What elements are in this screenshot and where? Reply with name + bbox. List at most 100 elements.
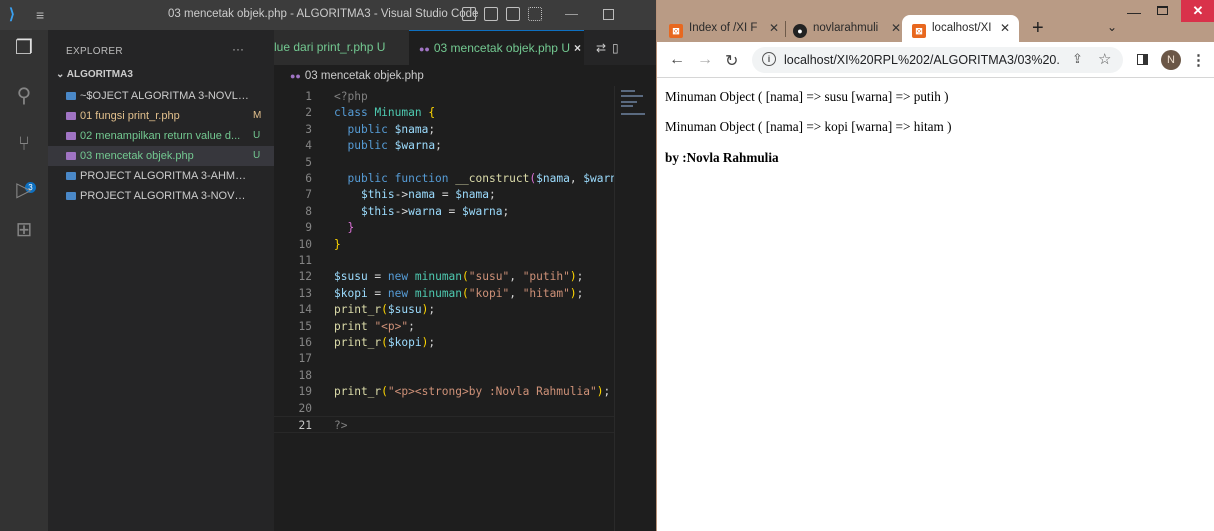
minimize-button[interactable]: — <box>1127 4 1141 20</box>
back-icon[interactable]: ← <box>669 51 685 69</box>
file-tree-item[interactable]: PROJECT ALGORITMA 3-AHMADI M... <box>48 166 274 186</box>
search-icon[interactable]: ⚲ <box>10 82 38 110</box>
line-number: 21 <box>298 419 312 432</box>
word-file-icon <box>66 192 76 200</box>
source-control-icon[interactable]: ⑂ <box>10 130 38 158</box>
code-line[interactable]: 3 public $nama; <box>274 121 614 138</box>
workspace-root[interactable]: ⌄ ALGORITMA3 <box>56 69 133 80</box>
profile-avatar[interactable]: N <box>1161 50 1181 70</box>
code-line[interactable]: 7 $this->nama = $nama; <box>274 186 614 203</box>
more-actions-icon[interactable]: ··· <box>232 42 244 56</box>
code-editor[interactable]: 1 <?php 2 class Minuman {3 public $nama; 4 p… <box>274 86 617 531</box>
code-line[interactable]: 8 $this->warna = $warna; <box>274 203 614 220</box>
bookmark-star-icon[interactable]: ☆ <box>1098 50 1111 68</box>
code-line[interactable]: 6 public function __construct($nama, $wa… <box>274 170 617 187</box>
vscode-window: ⟩ ≡ 03 mencetak objek.php - ALGORITMA3 -… <box>0 0 656 531</box>
code-line[interactable]: 9 } <box>274 219 614 236</box>
xampp-favicon-icon: ⊠ <box>912 24 926 38</box>
code-text: $susu = new minuman("susu", "putih"); <box>334 270 584 284</box>
code-line[interactable]: 10} <box>274 236 614 253</box>
file-tree-item-label: ~$OJECT ALGORITMA 3-NOVLA RA... <box>80 90 250 102</box>
code-line[interactable]: 1 <?php <box>274 88 614 105</box>
code-line[interactable]: 17 <box>274 350 614 367</box>
file-tree-item[interactable]: 01 fungsi print_r.php M <box>48 106 274 126</box>
code-text: $kopi = new minuman("kopi", "hitam"); <box>334 286 584 300</box>
browser-tab-index[interactable]: ⊠ Index of /XI F ✕ <box>669 15 781 42</box>
tab-label: 03 mencetak objek.php <box>433 41 558 55</box>
vscode-logo-icon: ⟩ <box>9 6 15 23</box>
line-number: 11 <box>298 254 312 267</box>
code-text: print "<p>"; <box>334 319 415 333</box>
browser-tab-github[interactable]: ● novlarahmuli ✕ <box>793 15 903 42</box>
address-bar[interactable]: i localhost/XI%20RPL%202/ALGORITMA3/03%2… <box>752 47 1123 73</box>
code-line[interactable]: 13 $kopi = new minuman("kopi", "hitam"); <box>274 285 614 302</box>
code-line[interactable]: 15 print "<p>"; <box>274 318 614 335</box>
editor-actions[interactable]: ⇄▯ <box>596 41 625 55</box>
breadcrumb[interactable]: ●● 03 mencetak objek.php <box>274 66 656 86</box>
editor-tabs: lue dari print_r.php U ●● 03 mencetak obj… <box>274 30 656 65</box>
code-line[interactable]: 5 <box>274 154 614 171</box>
code-line[interactable]: 20 <box>274 400 614 417</box>
code-text: public $warna; <box>347 139 442 153</box>
minimap[interactable] <box>614 86 656 531</box>
word-file-icon <box>66 172 76 180</box>
code-line[interactable]: 19 print_r("<p><strong>by :Novla Rahmulia… <box>274 383 614 400</box>
line-number: 9 <box>305 221 312 235</box>
url-text[interactable]: localhost/XI%20RPL%202/ALGORITMA3/03%20.… <box>784 53 1059 67</box>
code-line[interactable]: 18 <box>274 367 614 384</box>
forward-icon[interactable]: → <box>697 51 713 69</box>
line-number: 15 <box>298 319 312 333</box>
file-tree-item[interactable]: PROJECT ALGORITMA 3-NOVLA RA... <box>48 186 274 206</box>
chrome-menu-icon[interactable]: ⋮ <box>1191 51 1206 69</box>
close-tab-icon[interactable]: × <box>574 41 581 55</box>
code-text: class Minuman { <box>334 106 436 120</box>
side-panel-icon[interactable] <box>1137 54 1148 65</box>
code-text: $this->nama = $nama; <box>360 188 496 202</box>
github-favicon-icon: ● <box>793 24 807 38</box>
close-tab-icon[interactable]: ✕ <box>891 15 901 42</box>
share-icon[interactable]: ⇪ <box>1072 51 1083 67</box>
maximize-button[interactable] <box>1157 6 1168 15</box>
output-line-susu: Minuman Object ( [nama] => susu [warna] … <box>665 89 949 104</box>
toggle-secondary-sidebar-icon[interactable] <box>506 7 520 21</box>
git-status-badge: U <box>253 130 261 141</box>
line-number: 14 <box>298 303 312 317</box>
file-tree-item[interactable]: 03 mencetak objek.php U <box>48 146 274 166</box>
code-line[interactable]: 14 print_r($susu); <box>274 301 614 318</box>
tab-print-r[interactable]: lue dari print_r.php U <box>274 30 409 65</box>
close-tab-icon[interactable]: ✕ <box>1000 15 1010 42</box>
code-line[interactable]: 4 public $warna; <box>274 137 614 154</box>
code-line[interactable]: 21 ?> <box>274 416 614 433</box>
maximize-button[interactable] <box>603 9 614 20</box>
file-tree-item[interactable]: 02 menampilkan return value d... U <box>48 126 274 146</box>
code-line[interactable]: 2 class Minuman { <box>274 104 614 121</box>
menu-icon[interactable]: ≡ <box>36 6 52 24</box>
git-status-badge: U <box>253 150 261 161</box>
file-tree-item-label: PROJECT ALGORITMA 3-AHMADI M... <box>80 170 250 182</box>
close-window-button[interactable]: ✕ <box>1181 0 1214 22</box>
site-info-icon[interactable]: i <box>762 52 776 66</box>
explorer-icon[interactable]: ❐ <box>10 34 38 62</box>
file-tree-item[interactable]: ~$OJECT ALGORITMA 3-NOVLA RA... <box>48 86 274 106</box>
code-line[interactable]: 11 <box>274 252 614 269</box>
extensions-icon[interactable]: ⊞ <box>10 216 38 244</box>
toggle-sidebar-icon[interactable] <box>462 7 476 21</box>
line-number: 20 <box>298 401 312 415</box>
new-tab-button[interactable]: + <box>1032 17 1044 40</box>
browser-tab-localhost[interactable]: ⊠ localhost/XI ✕ <box>902 15 1019 42</box>
code-line[interactable]: 16 print_r($kopi); <box>274 334 614 351</box>
code-line[interactable]: 12 $susu = new minuman("susu", "putih"); <box>274 268 614 285</box>
activity-bar: ❐ ⚲ ⑂ 3 ▷ ⊞ <box>0 30 48 531</box>
code-text: public $nama; <box>347 122 436 136</box>
line-number: 16 <box>298 336 312 349</box>
line-number: 1 <box>305 90 312 103</box>
run-debug-icon[interactable]: ▷ <box>10 176 38 204</box>
tab-search-icon[interactable]: ⌄ <box>1107 20 1117 34</box>
customize-layout-icon[interactable] <box>528 7 542 21</box>
tab-mencetak-objek[interactable]: ●● 03 mencetak objek.php U × <box>409 30 584 65</box>
word-file-icon <box>66 92 76 100</box>
minimize-button[interactable]: — <box>565 6 578 21</box>
reload-icon[interactable]: ↻ <box>725 51 738 71</box>
close-tab-icon[interactable]: ✕ <box>769 15 779 42</box>
toggle-panel-icon[interactable] <box>484 7 498 21</box>
